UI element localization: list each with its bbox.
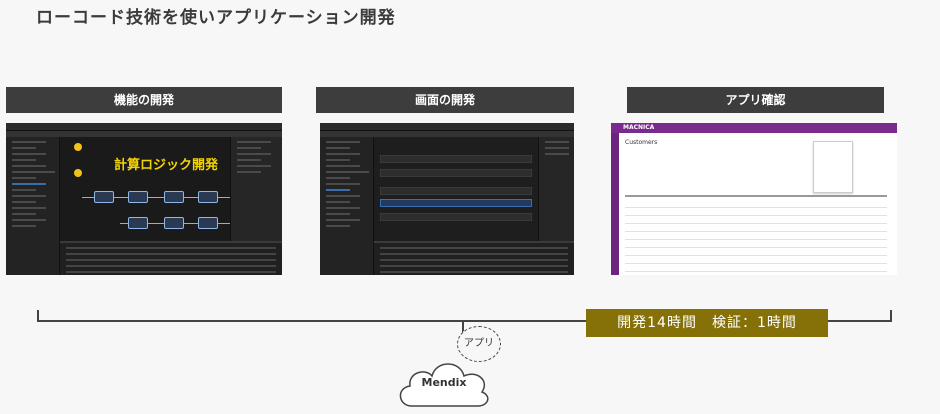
app-page-title: Customers [625,139,658,146]
flow-node [164,217,184,229]
flow-node [128,191,148,203]
ide-output-panel [374,241,574,275]
flow-node [94,191,114,203]
app-top-bar: MACNICA [611,123,897,133]
ide-project-tree [320,137,374,275]
overlay-caption: 計算ロジック開発 [114,158,219,173]
date-picker-popup [813,141,853,193]
ide-output-panel [60,241,282,275]
flow-node [198,217,218,229]
section-header-screen: 画面の開発 [316,87,574,113]
ide-project-tree [6,137,60,275]
app-brand-logo: MACNICA [623,124,655,131]
timeline-end-tick [890,310,892,322]
cloud-label: Mendix [421,376,467,389]
ide-properties-panel [538,137,574,241]
flow-node [164,191,184,203]
microflow-canvas [60,137,232,241]
ide-menubar [320,123,574,131]
duration-badge: 開発14時間 検証：1時間 [586,309,828,337]
section-header-logic: 機能の開発 [6,87,282,113]
screenshot-logic-development: 計算ロジック開発 [6,123,282,275]
timeline-start-tick [37,310,39,322]
screenshot-screen-development [320,123,574,275]
flow-node [128,217,148,229]
flow-node [198,191,218,203]
ide-menubar [6,123,282,131]
page-title: ローコード技術を使いアプリケーション開発 [36,8,396,28]
section-header-app-check: アプリ確認 [627,87,884,113]
start-event-icon [74,143,82,151]
cloud-icon: Mendix [394,348,494,410]
screenshot-app-check: MACNICA Customers [611,123,897,275]
page-editor-canvas [374,137,538,241]
start-event-icon [74,169,82,177]
ide-properties-panel [230,137,282,241]
app-sidebar [611,133,619,275]
app-content: Customers [619,133,897,275]
